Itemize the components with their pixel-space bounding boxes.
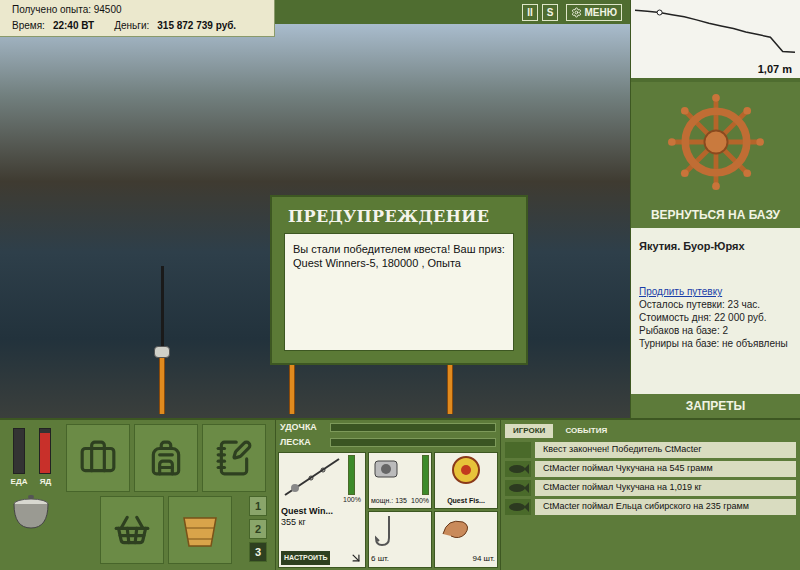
- time-value: 22:40 ВТ: [53, 18, 94, 34]
- base-info-line: Осталось путевки: 23 час.: [639, 298, 792, 311]
- set-button[interactable]: 3: [249, 542, 267, 562]
- fish-icon: [507, 482, 529, 494]
- tackle-area: УДОЧКАЛЕСКА100%Quest Win...355 кгНАСТРОИ…: [275, 420, 500, 570]
- side-panel: 1,07 mВЕРНУТЬСЯ НА БАЗУЯкутия. Буор-Юрях…: [630, 0, 800, 418]
- hook-icon: [371, 514, 401, 548]
- ship-wheel-icon[interactable]: [668, 94, 764, 190]
- need-meter: ЯД: [39, 428, 51, 488]
- pot-icon[interactable]: [9, 492, 53, 532]
- bottom-panel: ЕДА ЯД 1 2 3 УДОЧКАЛЕСКА100%Quest Win...355 к…: [0, 418, 800, 570]
- inventory-slot[interactable]: [134, 424, 198, 492]
- event-message: Квест закончен! Победитель CtMacter: [505, 442, 796, 458]
- events-tab[interactable]: СОБЫТИЯ: [557, 424, 615, 438]
- event-message: CtMacter поймал Ельца сибирского на 235 …: [505, 499, 796, 515]
- rod-slot[interactable]: 100%Quest Win...355 кгНАСТРОИТЬ: [278, 452, 366, 568]
- event-message: CtMacter поймал Чукучана на 1,019 кг: [505, 480, 796, 496]
- toolbar-button[interactable]: S: [542, 4, 559, 21]
- reel-slot[interactable]: мощн.: 135100%: [368, 452, 432, 509]
- set-button[interactable]: 2: [249, 519, 267, 539]
- line-name: Quest Fis...: [447, 496, 485, 507]
- hud: Получено опыта: 94500Время:22:40 ВТДеньг…: [0, 0, 275, 37]
- depth-profile-icon: [631, 0, 799, 62]
- setup-button[interactable]: НАСТРОИТЬ: [281, 551, 330, 566]
- line-spool-icon: [451, 455, 481, 485]
- extend-link[interactable]: Продлить путевку: [639, 285, 792, 298]
- inventory-slot[interactable]: [66, 424, 130, 492]
- fish-icon: [507, 501, 529, 513]
- depth-reading: 1,07 m: [631, 62, 800, 76]
- set-button[interactable]: 1: [249, 496, 267, 516]
- toolbar-button[interactable]: МЕНЮ: [566, 4, 622, 21]
- dialog-message: Вы стали победителем квеста! Ваш приз: Q…: [284, 233, 514, 351]
- location-name: Якутия. Буор-Юрях: [639, 240, 792, 253]
- rod-load: 355 кг: [281, 517, 363, 528]
- rod-icon: [281, 455, 341, 499]
- inventory-slot[interactable]: [100, 496, 164, 564]
- money-value: 315 872 739 руб.: [157, 18, 236, 34]
- bait-icon: [437, 514, 473, 544]
- scene: IIS МЕНЮ Получено опыта: 94500Время:22:40 …: [0, 0, 630, 418]
- events-area: ИГРОКИ СОБЫТИЯ Квест закончен! Победитель …: [500, 420, 800, 570]
- depth-chart: 1,07 m: [631, 0, 800, 82]
- dialog-title: ПРЕДУПРЕЖДЕНИЕ: [272, 197, 526, 233]
- rod-name: Quest Win...: [281, 506, 363, 517]
- rod-condition-bar: [348, 455, 355, 495]
- inventory-area: ЕДА ЯД 1 2 3: [0, 420, 275, 570]
- tension-bar: ЛЕСКА: [276, 435, 500, 450]
- tackle-box-icon: [79, 439, 117, 477]
- rod-in-water[interactable]: [152, 266, 172, 414]
- bait-count: 94 шт.: [437, 553, 495, 565]
- notepad-icon: [215, 439, 253, 477]
- events-tab[interactable]: ИГРОКИ: [505, 424, 553, 438]
- bucket-icon: [180, 512, 220, 548]
- warning-dialog: ПРЕДУПРЕЖДЕНИЕВы стали победителем квест…: [270, 195, 528, 365]
- reel-condition-bar: [422, 455, 429, 495]
- inventory-slot[interactable]: [202, 424, 266, 492]
- backpack-icon: [147, 439, 185, 477]
- experience-text: Получено опыта: 94500: [12, 2, 262, 18]
- events-list: Квест закончен! Победитель CtMacter CtMac…: [505, 442, 796, 515]
- base-info-line: Рыбаков на базе: 2: [639, 324, 792, 337]
- gear-icon: [571, 7, 582, 18]
- hook-slot[interactable]: 6 шт.: [368, 511, 432, 568]
- base-info-line: Стоимость дня: 22 000 руб.: [639, 311, 792, 324]
- tension-bar: УДОЧКА: [276, 420, 500, 435]
- bait-slot[interactable]: 94 шт.: [434, 511, 498, 568]
- reel-icon: [371, 455, 405, 483]
- toolbar-button[interactable]: II: [522, 4, 538, 21]
- reel-icon: [154, 346, 170, 358]
- arrow-icon: [349, 551, 363, 565]
- hook-count: 6 шт.: [371, 553, 429, 565]
- game-screen: IIS МЕНЮ Получено опыта: 94500Время:22:40 …: [0, 0, 800, 570]
- line-slot[interactable]: Quest Fis...: [434, 452, 498, 509]
- bans-button[interactable]: ЗАПРЕТЫ: [631, 394, 800, 418]
- return-to-base-button[interactable]: ВЕРНУТЬСЯ НА БАЗУ: [631, 202, 800, 228]
- need-meter: ЕДА: [11, 428, 28, 488]
- food-basket-icon: [113, 511, 151, 549]
- base-info-line: Турниры на базе: не объявлены: [639, 337, 792, 350]
- event-message: CtMacter поймал Чукучана на 545 грамм: [505, 461, 796, 477]
- inventory-slot[interactable]: [168, 496, 232, 564]
- location-box: Якутия. Буор-Юрях Продлить путевкуОсталос…: [631, 228, 800, 394]
- fish-icon: [507, 463, 529, 475]
